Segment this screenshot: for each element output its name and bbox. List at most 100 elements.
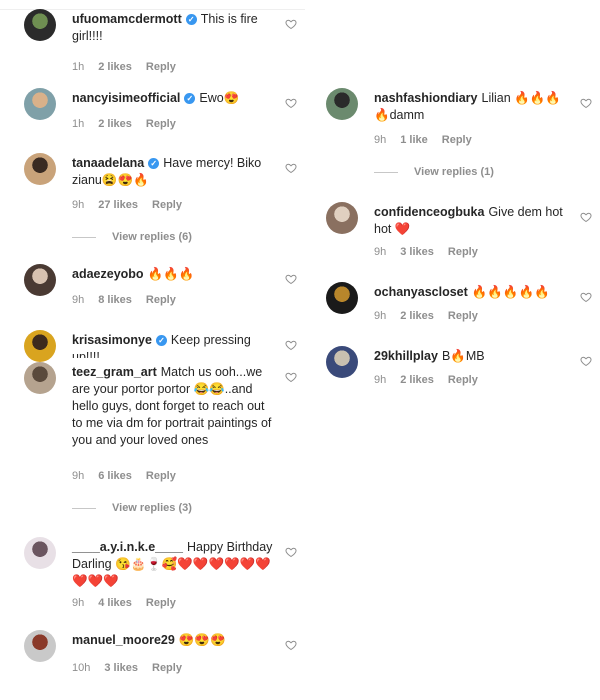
username-link[interactable]: teez_gram_art [72, 365, 157, 379]
comment-meta: 9h 4 likes Reply [72, 597, 190, 609]
avatar[interactable] [326, 88, 358, 120]
reply-button[interactable]: Reply [448, 246, 478, 258]
avatar[interactable] [24, 9, 56, 41]
avatar[interactable] [24, 630, 56, 662]
likes-count[interactable]: 2 likes [98, 61, 132, 73]
username-link[interactable]: nashfashiondiary [374, 91, 478, 105]
divider-line [72, 236, 96, 238]
username-link[interactable]: nancyisimeofficial [72, 91, 180, 105]
likes-count[interactable]: 1 like [400, 134, 428, 146]
avatar[interactable] [24, 264, 56, 296]
avatar[interactable] [24, 362, 56, 394]
username-link[interactable]: 29khillplay [374, 349, 438, 363]
divider-line [72, 507, 96, 509]
username-link[interactable]: krisasimonye [72, 333, 152, 347]
heart-outline-icon[interactable] [285, 272, 297, 285]
view-replies-label: View replies (6) [112, 231, 192, 243]
username-link[interactable]: tanaadelana [72, 156, 144, 170]
comment-meta: 1h 2 likes Reply [72, 118, 190, 130]
timestamp: 1h [72, 118, 85, 130]
comment-text: B🔥MB [441, 349, 485, 363]
reply-button[interactable]: Reply [448, 310, 478, 322]
right-comment-column: nashfashiondiary Lilian 🔥🔥🔥🔥damm 9h 1 like R… [318, 0, 600, 700]
avatar[interactable] [24, 153, 56, 185]
likes-count[interactable]: 4 likes [98, 597, 132, 609]
avatar[interactable] [326, 346, 358, 378]
reply-button[interactable]: Reply [146, 118, 176, 130]
likes-count[interactable]: 3 likes [400, 246, 434, 258]
verified-badge-icon: ✓ [148, 158, 160, 169]
comment-meta: 10h 3 likes Reply [72, 662, 196, 674]
comment-meta: 1h 2 likes Reply [72, 61, 190, 73]
comment-meta: 9h 27 likes Reply [72, 199, 196, 211]
username-link[interactable]: ufuomamcdermott [72, 12, 182, 26]
verified-badge-icon: ✓ [185, 14, 197, 25]
timestamp: 9h [72, 294, 85, 306]
timestamp: 9h [374, 310, 387, 322]
heart-outline-icon[interactable] [580, 354, 592, 367]
heart-outline-icon[interactable] [580, 96, 592, 109]
timestamp: 9h [72, 199, 85, 211]
reply-button[interactable]: Reply [152, 199, 182, 211]
comment-text: Ewo😍 [199, 91, 240, 105]
comment-meta: 9h 2 likes Reply [374, 310, 492, 322]
heart-outline-icon[interactable] [580, 290, 592, 303]
heart-outline-icon[interactable] [285, 96, 297, 109]
username-link[interactable]: manuel_moore29 [72, 633, 175, 647]
timestamp: 9h [72, 470, 85, 482]
likes-count[interactable]: 27 likes [98, 199, 138, 211]
heart-outline-icon[interactable] [285, 17, 297, 30]
username-link[interactable]: ____a.y.i.n.k.e____ [72, 540, 183, 554]
view-replies-label: View replies (1) [414, 166, 494, 178]
likes-count[interactable]: 8 likes [98, 294, 132, 306]
timestamp: 9h [374, 374, 387, 386]
view-replies-button[interactable]: View replies (3) [72, 502, 192, 514]
comment-text: 🔥🔥🔥🔥🔥 [471, 285, 550, 299]
verified-badge-icon: ✓ [184, 93, 196, 104]
divider-line [374, 171, 398, 173]
timestamp: 9h [72, 597, 85, 609]
comment-meta: 9h 3 likes Reply [374, 246, 492, 258]
comment-text: 🔥🔥🔥 [147, 267, 195, 281]
username-link[interactable]: confidenceogbuka [374, 205, 484, 219]
heart-outline-icon[interactable] [285, 338, 297, 351]
timestamp: 9h [374, 134, 387, 146]
avatar[interactable] [326, 282, 358, 314]
reply-button[interactable]: Reply [152, 662, 182, 674]
comment-meta: 9h 8 likes Reply [72, 294, 190, 306]
heart-outline-icon[interactable] [285, 638, 297, 651]
likes-count[interactable]: 2 likes [400, 310, 434, 322]
likes-count[interactable]: 2 likes [400, 374, 434, 386]
avatar[interactable] [24, 330, 56, 362]
view-replies-label: View replies (3) [112, 502, 192, 514]
avatar[interactable] [326, 202, 358, 234]
timestamp: 1h [72, 61, 85, 73]
reply-button[interactable]: Reply [146, 294, 176, 306]
heart-outline-icon[interactable] [580, 210, 592, 223]
username-link[interactable]: ochanyascloset [374, 285, 468, 299]
heart-outline-icon[interactable] [285, 545, 297, 558]
reply-button[interactable]: Reply [146, 61, 176, 73]
timestamp: 10h [72, 662, 91, 674]
comment-meta: 9h 2 likes Reply [374, 374, 492, 386]
comment-text: 😍😍😍 [178, 633, 226, 647]
likes-count[interactable]: 3 likes [104, 662, 138, 674]
reply-button[interactable]: Reply [442, 134, 472, 146]
avatar[interactable] [24, 88, 56, 120]
heart-outline-icon[interactable] [285, 161, 297, 174]
reply-button[interactable]: Reply [448, 374, 478, 386]
verified-badge-icon: ✓ [155, 335, 167, 346]
view-replies-button[interactable]: View replies (1) [374, 166, 494, 178]
likes-count[interactable]: 6 likes [98, 470, 132, 482]
likes-count[interactable]: 2 likes [98, 118, 132, 130]
avatar[interactable] [24, 537, 56, 569]
reply-button[interactable]: Reply [146, 597, 176, 609]
view-replies-button[interactable]: View replies (6) [72, 231, 192, 243]
reply-button[interactable]: Reply [146, 470, 176, 482]
comment-meta: 9h 1 like Reply [374, 134, 486, 146]
timestamp: 9h [374, 246, 387, 258]
comment-meta: 9h 6 likes Reply [72, 470, 190, 482]
username-link[interactable]: adaezeyobo [72, 267, 144, 281]
heart-outline-icon[interactable] [285, 370, 297, 383]
left-comment-column: ufuomamcdermott ✓ This is fire girl!!!! 1h 2… [0, 0, 305, 700]
